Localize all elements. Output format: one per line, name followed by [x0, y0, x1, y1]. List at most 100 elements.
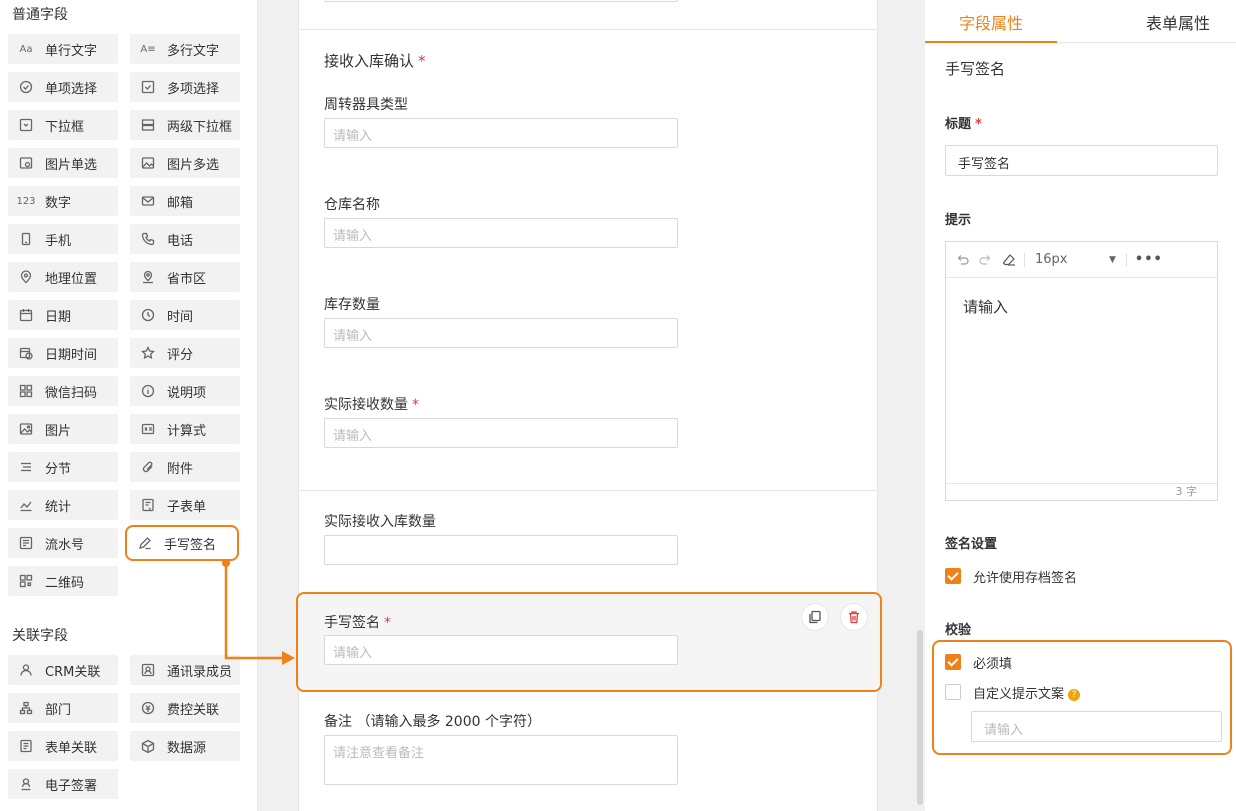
editor-content[interactable]: 请输入	[963, 296, 1008, 317]
properties-tabs: 字段属性 表单属性	[925, 0, 1236, 43]
undo-icon[interactable]	[956, 253, 970, 267]
palette-field-radio-check[interactable]: 单项选择	[8, 72, 118, 102]
redo-icon[interactable]	[978, 253, 992, 267]
palette-field-cascade-dropdown[interactable]: 两级下拉框	[130, 110, 240, 140]
signature-input[interactable]: 请输入	[324, 635, 678, 665]
properties-panel: 字段属性 表单属性 手写签名 标题 * 手写签名 提示 16px ▼ ••• 请…	[925, 0, 1236, 811]
cube-icon	[140, 738, 156, 754]
palette-field-chart-line[interactable]: 统计	[8, 490, 118, 520]
actual-inbound-input[interactable]	[324, 535, 678, 565]
palette-field-label: 手写签名	[164, 537, 217, 553]
required-checkbox[interactable]	[945, 654, 961, 670]
palette-field-contact-member[interactable]: 通讯录成员	[130, 655, 240, 685]
custom-hint-checkbox[interactable]	[945, 684, 961, 700]
tab-field-properties[interactable]: 字段属性	[959, 0, 1023, 43]
hint-label: 提示	[945, 213, 972, 228]
delete-field-button[interactable]	[840, 603, 868, 631]
formula-icon	[140, 421, 156, 437]
container-type-input[interactable]: 请输入	[324, 118, 678, 148]
palette-field-label: 子表单	[167, 499, 207, 515]
palette-field-location-pin[interactable]: 地理位置	[8, 262, 118, 292]
allow-saved-signature-label: 允许使用存档签名	[973, 571, 1078, 586]
palette-field-label: 多项选择	[167, 81, 220, 97]
canvas-scrollbar[interactable]	[917, 630, 923, 805]
palette-field-region-pin[interactable]: 省市区	[130, 262, 240, 292]
palette-field-qrcode[interactable]: 二维码	[8, 566, 118, 596]
copy-field-button[interactable]	[801, 603, 829, 631]
allow-saved-signature-checkbox[interactable]	[945, 568, 961, 584]
palette-field-label: 省市区	[167, 271, 207, 287]
stock-qty-input[interactable]: 请输入	[324, 318, 678, 348]
actual-received-input[interactable]: 请输入	[324, 418, 678, 448]
required-label: 必须填	[973, 657, 1013, 672]
warehouse-name-input[interactable]: 请输入	[324, 218, 678, 248]
custom-hint-input[interactable]: 请输入	[971, 711, 1222, 742]
palette-field-cube[interactable]: 数据源	[130, 731, 240, 761]
palette-field-qr-scan[interactable]: 微信扫码	[8, 376, 118, 406]
palette-field-dropdown[interactable]: 下拉框	[8, 110, 118, 140]
chevron-down-icon[interactable]: ▼	[1109, 255, 1116, 265]
palette-field-datetime[interactable]: 日期时间	[8, 338, 118, 368]
palette-field-label: 评分	[167, 347, 194, 363]
help-icon[interactable]: ?	[1068, 689, 1081, 701]
org-tree-icon	[18, 700, 34, 716]
palette-field-image[interactable]: 图片	[8, 414, 118, 444]
palette-field-mail[interactable]: 邮箱	[130, 186, 240, 216]
palette-field-label: 数字	[45, 195, 72, 211]
palette-field-info[interactable]: 说明项	[130, 376, 240, 406]
palette-field-serial-number[interactable]: 流水号	[8, 528, 118, 558]
previous-field-input[interactable]	[324, 0, 678, 2]
palette-field-number[interactable]: 123 数字	[8, 186, 118, 216]
palette-field-expense-link[interactable]: 费控关联	[130, 693, 240, 723]
remark-textarea[interactable]: 请注意查看备注	[324, 735, 678, 785]
multiline-text-icon: A≡	[140, 43, 156, 55]
signature-field-card-selected[interactable]: 手写签名 * 请输入	[296, 592, 882, 692]
eraser-icon[interactable]	[1002, 253, 1016, 267]
palette-field-multiline-text[interactable]: A≡ 多行文字	[130, 34, 240, 64]
palette-field-clock[interactable]: 时间	[130, 300, 240, 330]
palette-field-label: 部门	[45, 702, 72, 718]
cascade-dropdown-icon	[140, 117, 156, 133]
group-title: 接收入库确认 *	[324, 52, 426, 70]
palette-field-phone[interactable]: 电话	[130, 224, 240, 254]
palette-field-org-tree[interactable]: 部门	[8, 693, 118, 723]
palette-field-attachment[interactable]: 附件	[130, 452, 240, 482]
section-icon	[18, 459, 34, 475]
tab-form-properties[interactable]: 表单属性	[1146, 0, 1210, 43]
calendar-icon	[18, 307, 34, 323]
active-tab-indicator	[925, 41, 1057, 43]
palette-field-label: 下拉框	[45, 119, 85, 135]
palette-field-label: 二维码	[45, 575, 85, 591]
field-group-receive[interactable]: 接收入库确认 * 周转器具类型 请输入 仓库名称 请输入 库存数量 请输入 实际接…	[299, 29, 878, 491]
font-size-select[interactable]: 16px	[1035, 252, 1109, 267]
trash-icon	[847, 610, 861, 624]
palette-field-label: 多行文字	[167, 43, 220, 59]
checkbox-icon	[140, 79, 156, 95]
palette-field-image-multi[interactable]: 图片多选	[130, 148, 240, 178]
palette-field-label: 计算式	[167, 423, 207, 439]
palette-field-mobile[interactable]: 手机	[8, 224, 118, 254]
palette-field-calendar[interactable]: 日期	[8, 300, 118, 330]
palette-field-formula[interactable]: 计算式	[130, 414, 240, 444]
hint-rich-editor[interactable]: 16px ▼ ••• 请输入 3 字	[945, 241, 1218, 501]
title-input[interactable]: 手写签名	[945, 145, 1218, 176]
palette-field-e-sign[interactable]: 电子签署	[8, 769, 118, 799]
image-icon	[18, 421, 34, 437]
palette-field-label: 图片单选	[45, 157, 98, 173]
palette-field-image-radio[interactable]: 图片单选	[8, 148, 118, 178]
more-icon[interactable]: •••	[1135, 252, 1163, 267]
palette-field-subform[interactable]: 子表单	[130, 490, 240, 520]
custom-hint-label: 自定义提示文案?	[973, 683, 1081, 702]
palette-field-star[interactable]: 评分	[130, 338, 240, 368]
palette-field-label: 日期时间	[45, 347, 98, 363]
palette-field-text-aa[interactable]: Aa 单行文字	[8, 34, 118, 64]
editor-char-count: 3 字	[946, 483, 1217, 500]
palette-field-section[interactable]: 分节	[8, 452, 118, 482]
palette-field-form-link[interactable]: 表单关联	[8, 731, 118, 761]
chart-line-icon	[18, 497, 34, 513]
palette-field-pen[interactable]: 手写签名	[125, 525, 239, 561]
palette-field-crm-link[interactable]: CRM关联	[8, 655, 118, 685]
palette-field-checkbox[interactable]: 多项选择	[130, 72, 240, 102]
palette-field-label: 图片多选	[167, 157, 220, 173]
field-label-actual-received: 实际接收数量 *	[324, 397, 419, 413]
